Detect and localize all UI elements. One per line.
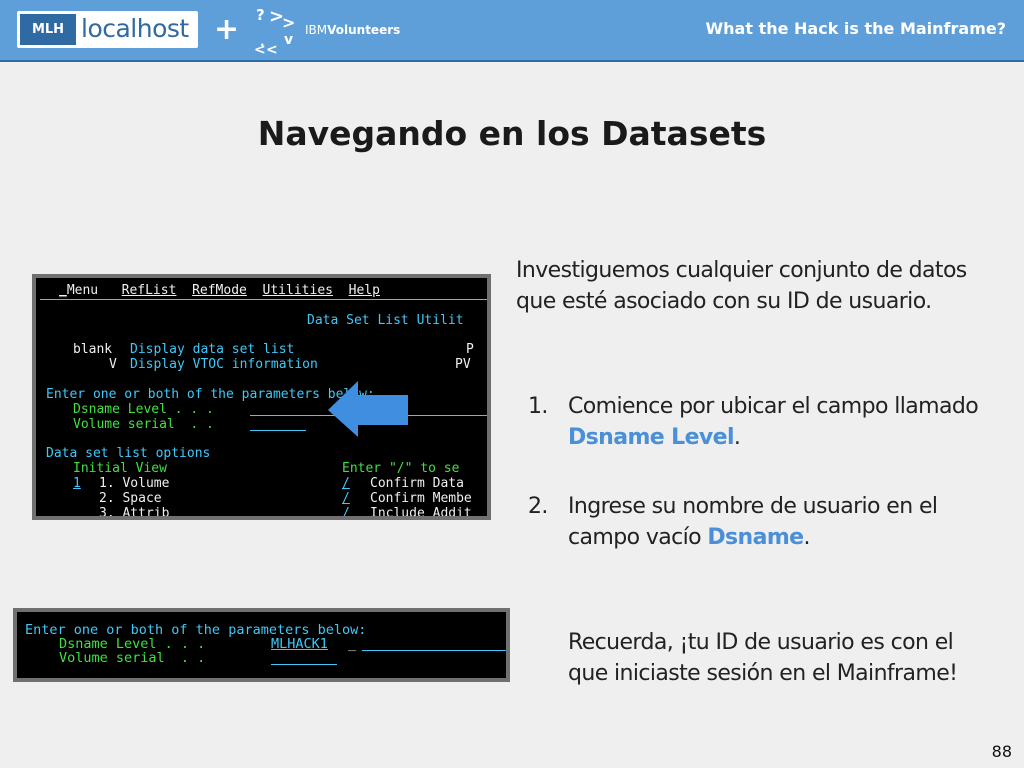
plus-sign: + (214, 12, 240, 47)
volume-serial-label: Volume serial . . (73, 417, 214, 432)
step-2-text: Ingrese su nombre de usuario en el campo… (568, 494, 938, 550)
dsname-level-label: Dsname Level . . . (59, 636, 206, 652)
menu-bar-rule (40, 299, 487, 300)
svg-text:v: v (284, 32, 293, 48)
menu-item-refmode[interactable]: RefMode (192, 283, 247, 298)
ibm-volunteers-arrows-icon: ? > > v . < < (254, 6, 295, 56)
option-v-key: V (109, 357, 117, 372)
svg-text:>: > (282, 13, 295, 32)
deck-title: What the Hack is the Mainframe? (705, 19, 1006, 38)
reminder-paragraph: Recuerda, ¡tu ID de usuario es con el qu… (568, 630, 958, 686)
dsname-level-highlight: Dsname Level (568, 425, 735, 450)
dsname-input-rule (362, 650, 506, 651)
svg-text:<: < (254, 42, 266, 56)
ibm-volunteers-label: Volunteers (327, 23, 401, 37)
enter-parameters-label: Enter one or both of the parameters belo… (46, 387, 375, 402)
confirm-data-checkbox[interactable]: / (342, 476, 350, 491)
step-1-number: 1. (528, 394, 548, 419)
ibm-prefix: IBM (305, 23, 328, 37)
view-space: 2. Space (99, 491, 162, 506)
ispf-menu-bar: _Menu RefList RefMode Utilities Help (59, 283, 380, 298)
menu-item-utilities[interactable]: Utilities (263, 283, 333, 298)
page-number: 88 (991, 742, 1012, 761)
mlh-badge: MLH (20, 14, 76, 45)
dslist-options-label: Data set list options (46, 446, 211, 461)
dsname-highlight: Dsname (707, 525, 804, 550)
svg-text:?: ? (256, 6, 265, 24)
include-addit-label: Include Addit (370, 506, 472, 520)
dsname-level-input[interactable]: MLHACK1 (271, 637, 328, 651)
panel-title: Data Set List Utilit (307, 313, 464, 328)
confirm-member-checkbox[interactable]: / (342, 491, 350, 506)
enter-slash-label: Enter "/" to se (342, 461, 460, 476)
include-addit-checkbox[interactable]: / (342, 506, 350, 516)
initial-view-input[interactable]: 1 (73, 476, 81, 491)
header-bar: MLH localhost + ? > > v . < < IBMVolunte… (0, 0, 1024, 60)
localhost-wordmark: localhost (81, 14, 189, 43)
confirm-member-label: Confirm Membe (370, 491, 472, 506)
option-v-desc: Display VTOC information (130, 357, 318, 372)
ispf-dslist-screen: _Menu RefList RefMode Utilities Help Dat… (32, 274, 491, 520)
option-blank-key: blank (73, 342, 113, 357)
view-attrib: 3. Attrib (99, 506, 170, 520)
left-arrow-icon (328, 381, 408, 437)
view-volume: 1. Volume (99, 476, 170, 491)
volume-serial-label: Volume serial . . (59, 650, 206, 666)
mlh-localhost-logo: MLH localhost (17, 11, 198, 48)
intro-paragraph: Investiguemos cualquier conjunto de dato… (516, 258, 967, 314)
cursor: _ (348, 636, 357, 652)
step-2-number: 2. (528, 494, 548, 519)
ibm-volunteers-wordmark: IBMVolunteers (305, 22, 400, 38)
volume-serial-input[interactable] (271, 664, 337, 665)
menu-item-reflist[interactable]: RefList (122, 283, 177, 298)
dsname-filled-screen: Enter one or both of the parameters belo… (13, 608, 510, 682)
menu-item-menu[interactable]: Menu (67, 283, 98, 298)
slide-title: Navegando en los Datasets (257, 114, 767, 153)
option-p-key: P (466, 342, 474, 357)
svg-text:<: < (266, 42, 278, 56)
header-divider (0, 60, 1024, 62)
option-pv-key: PV (455, 357, 471, 372)
volume-serial-input[interactable] (250, 430, 306, 431)
initial-view-label: Initial View (73, 461, 167, 476)
enter-parameters-label: Enter one or both of the parameters belo… (25, 622, 367, 638)
step-1-text: Comience por ubicar el campo llamado Dsn… (568, 394, 979, 450)
option-blank-desc: Display data set list (130, 342, 295, 357)
confirm-data-label: Confirm Data (370, 476, 464, 491)
menu-item-help[interactable]: Help (349, 283, 380, 298)
dsname-level-label: Dsname Level . . . (73, 402, 214, 417)
